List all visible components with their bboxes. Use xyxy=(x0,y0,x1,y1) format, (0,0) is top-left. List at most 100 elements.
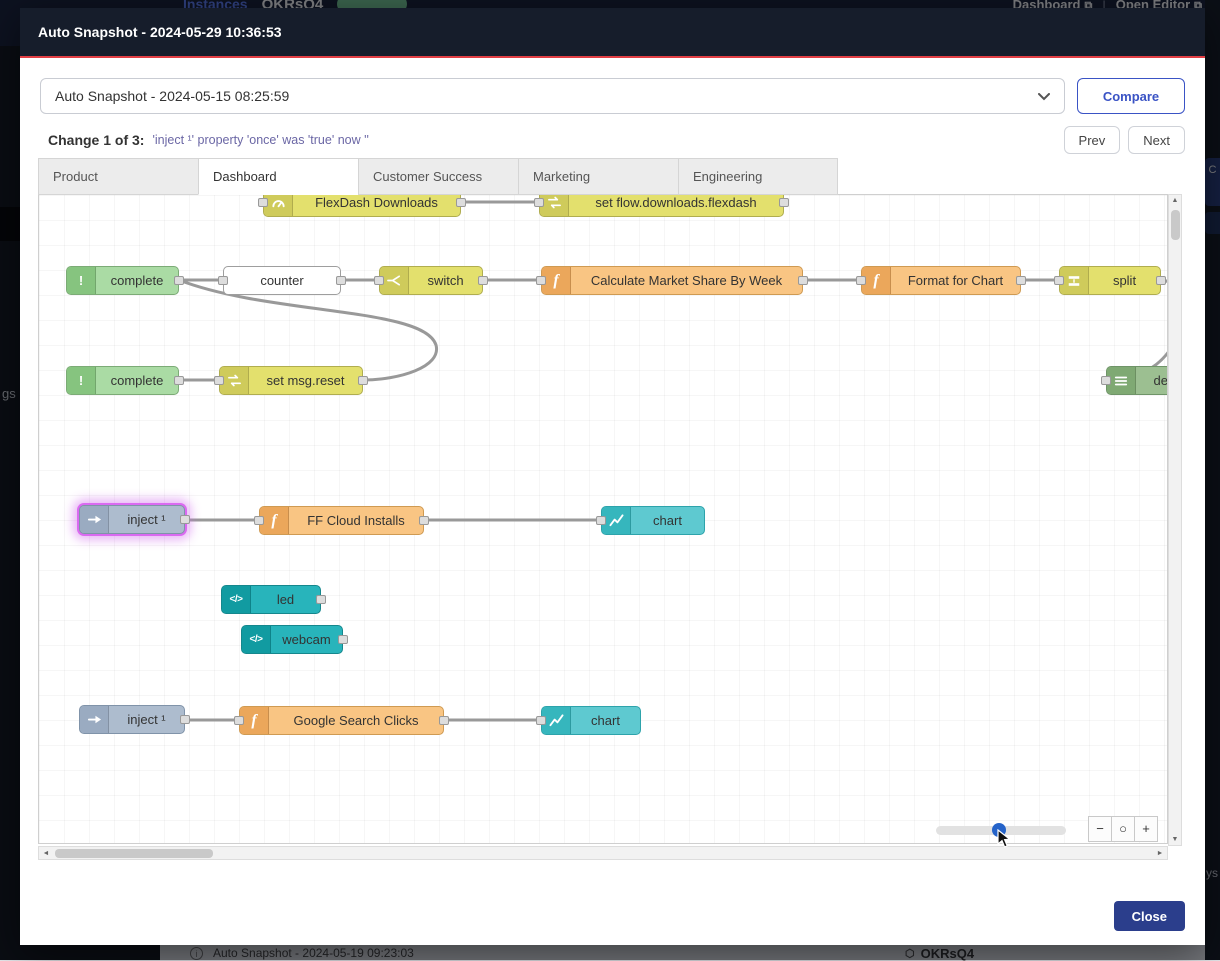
output-port[interactable] xyxy=(478,276,488,285)
change-counter-label: Change 1 of 3: xyxy=(48,132,144,148)
zoom-in-button[interactable]: + xyxy=(1134,816,1158,842)
snapshot-compare-modal: Auto Snapshot - 2024-05-29 10:36:53 Auto… xyxy=(20,8,1205,945)
flow-node-complete[interactable]: !complete xyxy=(66,266,179,295)
flow-node-set-msg-reset[interactable]: set msg.reset xyxy=(219,366,363,395)
node-label: Google Search Clicks xyxy=(269,713,443,728)
input-port[interactable] xyxy=(1054,276,1064,285)
gauge-icon xyxy=(264,195,293,216)
snapshot-select-value: Auto Snapshot - 2024-05-15 08:25:59 xyxy=(55,88,1038,104)
function-icon: f xyxy=(240,707,269,734)
change-icon xyxy=(540,195,569,216)
input-port[interactable] xyxy=(596,516,606,525)
output-port[interactable] xyxy=(338,635,348,644)
modal-titlebar: Auto Snapshot - 2024-05-29 10:36:53 xyxy=(20,8,1205,58)
vertical-scrollbar[interactable]: ▲ ▼ xyxy=(1168,194,1182,846)
flow-node-complete[interactable]: !complete xyxy=(66,366,179,395)
output-port[interactable] xyxy=(180,515,190,524)
horizontal-scrollbar[interactable]: ◄ ► xyxy=(38,846,1168,860)
inject-icon xyxy=(80,506,109,533)
output-port[interactable] xyxy=(336,276,346,285)
input-port[interactable] xyxy=(1101,376,1111,385)
flow-canvas[interactable]: FlexDash Downloads set flow.downloads.fle… xyxy=(39,195,1167,843)
input-port[interactable] xyxy=(536,716,546,725)
tab-engineering[interactable]: Engineering xyxy=(678,158,838,195)
scroll-left-arrow[interactable]: ◄ xyxy=(39,850,53,857)
chevron-down-icon xyxy=(1038,88,1050,104)
scroll-right-arrow[interactable]: ► xyxy=(1153,850,1167,857)
output-port[interactable] xyxy=(798,276,808,285)
close-button[interactable]: Close xyxy=(1114,901,1185,931)
tab-marketing[interactable]: Marketing xyxy=(518,158,678,195)
node-label: set flow.downloads.flexdash xyxy=(569,195,783,210)
node-label: inject ¹ xyxy=(109,712,184,727)
node-label: set msg.reset xyxy=(249,373,362,388)
input-port[interactable] xyxy=(234,716,244,725)
input-port[interactable] xyxy=(856,276,866,285)
scroll-down-arrow[interactable]: ▼ xyxy=(1169,836,1181,843)
input-port[interactable] xyxy=(534,198,544,207)
tab-dashboard[interactable]: Dashboard xyxy=(198,158,358,195)
prev-button[interactable]: Prev xyxy=(1064,126,1121,154)
output-port[interactable] xyxy=(439,716,449,725)
flow-node-led[interactable]: </>led xyxy=(221,585,321,614)
flow-canvas-wrap: FlexDash Downloads set flow.downloads.fle… xyxy=(38,194,1168,844)
output-port[interactable] xyxy=(316,595,326,604)
function-icon: f xyxy=(862,267,891,294)
flow-node-google-search-clicks[interactable]: fGoogle Search Clicks xyxy=(239,706,444,735)
chart-icon xyxy=(542,707,571,734)
flow-node-format-for-chart[interactable]: fFormat for Chart xyxy=(861,266,1021,295)
flow-node-set-flow-downloads-flexdash[interactable]: set flow.downloads.flexdash xyxy=(539,195,784,217)
next-button[interactable]: Next xyxy=(1128,126,1185,154)
input-port[interactable] xyxy=(536,276,546,285)
zoom-out-button[interactable]: − xyxy=(1088,816,1112,842)
tab-product[interactable]: Product xyxy=(38,158,198,195)
compare-button[interactable]: Compare xyxy=(1077,78,1185,114)
horizontal-scroll-thumb[interactable] xyxy=(55,849,213,858)
flow-node-switch[interactable]: switch xyxy=(379,266,483,295)
output-port[interactable] xyxy=(779,198,789,207)
tab-customer-success[interactable]: Customer Success xyxy=(358,158,518,195)
function-icon: f xyxy=(542,267,571,294)
flow-node-calculate-market-share-by-week[interactable]: fCalculate Market Share By Week xyxy=(541,266,803,295)
node-label: webcam xyxy=(271,632,342,647)
node-label: switch xyxy=(409,273,482,288)
zoom-slider-track[interactable] xyxy=(936,826,1066,835)
flow-node-chart[interactable]: chart xyxy=(541,706,641,735)
code-icon: </> xyxy=(242,626,271,653)
flow-node-ff-cloud-installs[interactable]: fFF Cloud Installs xyxy=(259,506,424,535)
exclaim-icon: ! xyxy=(67,267,96,294)
tab-bar: ProductDashboardCustomer SuccessMarketin… xyxy=(38,158,838,195)
output-port[interactable] xyxy=(1016,276,1026,285)
flow-node-chart[interactable]: chart xyxy=(601,506,705,535)
input-port[interactable] xyxy=(214,376,224,385)
node-label: inject ¹ xyxy=(109,512,184,527)
wire xyxy=(1106,280,1167,380)
input-port[interactable] xyxy=(374,276,384,285)
zoom-slider-knob[interactable] xyxy=(992,823,1006,837)
flow-node-inject[interactable]: inject ¹ xyxy=(79,705,185,734)
output-port[interactable] xyxy=(456,198,466,207)
output-port[interactable] xyxy=(174,276,184,285)
vertical-scroll-thumb[interactable] xyxy=(1171,210,1180,240)
input-port[interactable] xyxy=(258,198,268,207)
node-label: FlexDash Downloads xyxy=(293,195,460,210)
output-port[interactable] xyxy=(174,376,184,385)
flow-node-webcam[interactable]: </>webcam xyxy=(241,625,343,654)
flow-node-debu[interactable]: debu xyxy=(1106,366,1167,395)
scroll-up-arrow[interactable]: ▲ xyxy=(1169,197,1181,204)
flow-node-split[interactable]: split xyxy=(1059,266,1161,295)
flow-node-counter[interactable]: counter xyxy=(223,266,341,295)
output-port[interactable] xyxy=(1156,276,1166,285)
input-port[interactable] xyxy=(218,276,228,285)
output-port[interactable] xyxy=(419,516,429,525)
zoom-reset-button[interactable]: ○ xyxy=(1111,816,1135,842)
output-port[interactable] xyxy=(358,376,368,385)
chart-icon xyxy=(602,507,631,534)
change-icon xyxy=(220,367,249,394)
flow-node-flexdash-downloads[interactable]: FlexDash Downloads xyxy=(263,195,461,217)
flow-node-inject[interactable]: inject ¹ xyxy=(79,505,185,534)
input-port[interactable] xyxy=(254,516,264,525)
output-port[interactable] xyxy=(180,715,190,724)
snapshot-select[interactable]: Auto Snapshot - 2024-05-15 08:25:59 xyxy=(40,78,1065,114)
node-label: chart xyxy=(631,513,704,528)
